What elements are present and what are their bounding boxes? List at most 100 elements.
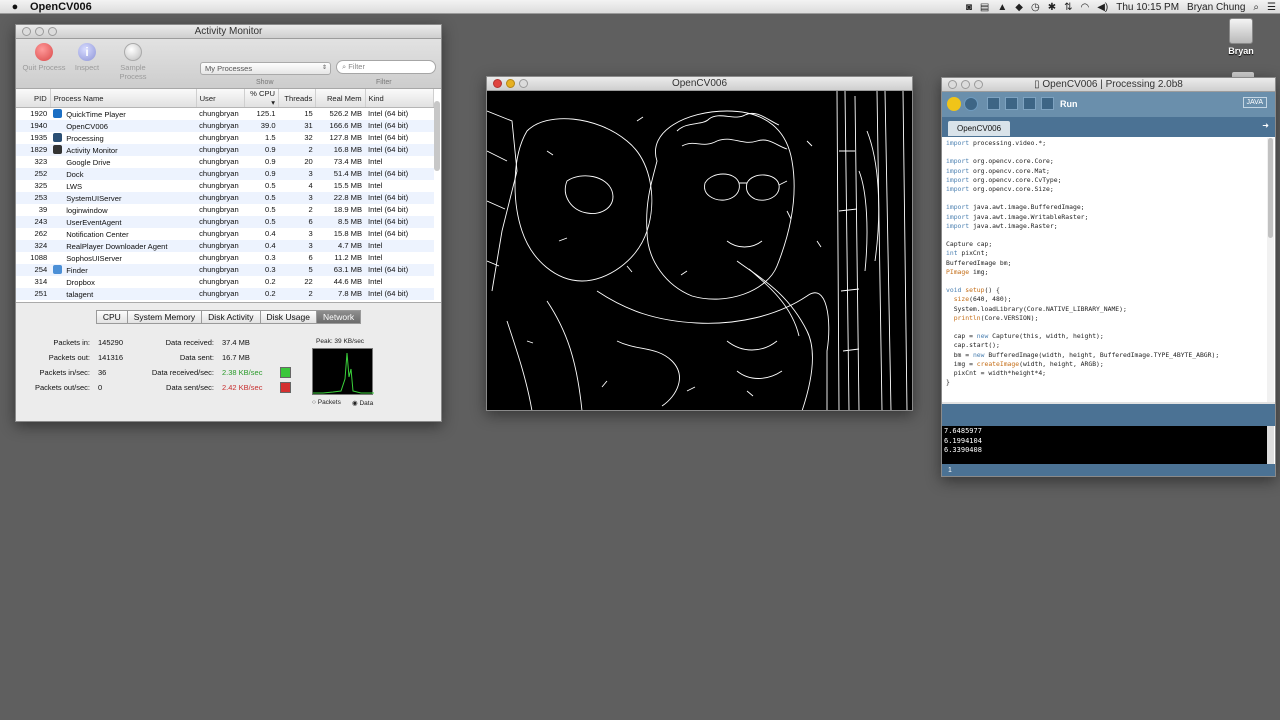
console-scrollbar[interactable] — [1267, 426, 1274, 464]
received-color-swatch[interactable] — [280, 367, 291, 378]
run-button[interactable] — [947, 97, 961, 111]
apple-menu-icon[interactable]: ● — [0, 1, 30, 13]
notification-center-icon[interactable]: ☰ — [1267, 2, 1276, 13]
close-button[interactable] — [493, 79, 502, 88]
column-header-kind[interactable]: Kind — [365, 89, 435, 108]
filter-search-input[interactable]: ⌕ Filter — [336, 60, 436, 74]
packets-radio[interactable]: ○ Packets — [312, 399, 341, 406]
tab-disk-usage[interactable]: Disk Usage — [259, 310, 316, 324]
open-sketch-icon[interactable] — [1005, 97, 1018, 110]
table-row[interactable]: 254 Finder chungbryan 0.3 5 63.1 MB Intel (64 … — [16, 263, 434, 276]
cell-user: chungbryan — [196, 107, 245, 120]
filter-label: Filter — [376, 79, 392, 86]
mode-selector[interactable]: JAVA — [1242, 97, 1267, 108]
window-titlebar[interactable]: Activity Monitor — [16, 25, 441, 39]
process-name-text: Dock — [66, 169, 84, 179]
table-row[interactable]: 1930 com.apple.security.pboxd chungbryan0.… — [16, 299, 434, 302]
tab-cpu[interactable]: CPU — [95, 310, 127, 324]
minimize-button[interactable] — [506, 79, 515, 88]
table-row[interactable]: 324 RealPlayer Downloader Agent chungbryan… — [16, 239, 434, 252]
table-row[interactable]: 243 UserEventAgent chungbryan 0.5 6 8.5 MB Int… — [16, 215, 434, 228]
table-row[interactable]: 1088 SophosUIServer chungbryan 0.3 6 11.2 MB I… — [16, 251, 434, 264]
cell-cpu: 0.9 — [244, 143, 279, 156]
status-icon-2[interactable]: ▤ — [980, 2, 989, 13]
tab-disk-activity[interactable]: Disk Activity — [201, 310, 260, 324]
gear-icon — [124, 43, 142, 61]
column-header-threads[interactable]: Threads — [278, 89, 317, 108]
menu-app-name[interactable]: OpenCV006 — [30, 1, 92, 13]
table-row[interactable]: 39 loginwindow chungbryan 0.5 2 18.9 MB Intel … — [16, 203, 434, 216]
table-row[interactable]: 253 SystemUIServer chungbryan 0.5 3 22.8 MB In… — [16, 191, 434, 204]
tab-system-memory[interactable]: System Memory — [126, 310, 202, 324]
sync-icon[interactable]: ⇅ — [1064, 2, 1072, 13]
code-line: import java.awt.image.Raster; — [946, 221, 1058, 230]
bluetooth-icon[interactable]: ✱ — [1048, 2, 1056, 13]
menu-user[interactable]: Bryan Chung — [1187, 2, 1245, 13]
sent-color-swatch[interactable] — [280, 382, 291, 393]
process-icon — [53, 108, 63, 118]
packets-in-sec-label: Packets in/sec: — [39, 368, 90, 377]
data-radio[interactable]: ◉ Data — [352, 399, 373, 407]
minimize-button[interactable] — [961, 80, 970, 89]
inspect-button[interactable]: i Inspect — [61, 43, 113, 72]
cell-process-name: Finder — [50, 263, 197, 276]
column-header-cpu[interactable]: % CPU ▾ — [244, 89, 280, 108]
column-header-pid[interactable]: PID — [16, 89, 51, 108]
cell-process-name: Processing — [50, 131, 197, 144]
new-sketch-icon[interactable] — [987, 97, 1000, 110]
activity-monitor-window: Activity Monitor Quit Process i Inspect … — [15, 24, 442, 422]
column-header-user[interactable]: User — [196, 89, 245, 108]
close-button[interactable] — [948, 80, 957, 89]
code-scrollbar[interactable] — [1267, 138, 1274, 402]
code-editor[interactable]: import processing.video.*; import org.op… — [942, 138, 1269, 402]
process-filter-select[interactable]: My Processes ⇕ — [200, 62, 331, 75]
packets-out-sec-value: 0 — [98, 383, 103, 392]
code-scrollbar-thumb[interactable] — [1268, 138, 1273, 238]
tab-bar: CPU System Memory Disk Activity Disk Usa… — [16, 310, 441, 324]
code-line: } — [946, 378, 950, 387]
stop-button[interactable] — [964, 97, 978, 111]
desktop-disk-label: Bryan — [1228, 46, 1254, 56]
table-row[interactable]: 251 talagent chungbryan 0.2 2 7.8 MB Intel (64… — [16, 287, 434, 300]
wifi-icon[interactable]: ◠ — [1080, 2, 1089, 13]
code-line: img = createImage(width, height, ARGB); — [946, 359, 1104, 368]
status-icon-3[interactable]: ◆ — [1015, 2, 1023, 13]
table-row[interactable]: 325 LWS chungbryan 0.5 4 15.5 MB Intel — [16, 179, 434, 192]
window-titlebar[interactable]: OpenCV006 — [487, 77, 912, 91]
table-row[interactable]: 252 Dock chungbryan 0.9 3 51.4 MB Intel (64 bi… — [16, 167, 434, 180]
minimize-button[interactable] — [35, 27, 44, 36]
export-sketch-icon[interactable] — [1041, 97, 1054, 110]
cell-threads: 2 — [278, 143, 316, 156]
column-header-name[interactable]: Process Name — [50, 89, 197, 108]
window-titlebar[interactable]: ▯ OpenCV006 | Processing 2.0b8 — [942, 78, 1275, 92]
table-row[interactable]: 1829 Activity Monitor chungbryan 0.9 2 16.8 M… — [16, 143, 434, 156]
table-row[interactable]: 323 Google Drive chungbryan 0.9 20 73.4 MB Int… — [16, 155, 434, 168]
tab-menu-arrow-icon[interactable]: ➜ — [1262, 121, 1269, 130]
google-drive-icon[interactable]: ▲ — [997, 2, 1007, 13]
tab-network[interactable]: Network — [315, 310, 362, 324]
desktop-disk[interactable]: Bryan — [1226, 18, 1256, 56]
volume-icon[interactable]: ◀) — [1097, 2, 1108, 13]
table-row[interactable]: 262 Notification Center chungbryan 0.4 3 15.8… — [16, 227, 434, 240]
process-icon — [53, 289, 62, 298]
spotlight-icon[interactable]: ⌕ — [1253, 2, 1259, 13]
menu-clock[interactable]: Thu 10:15 PM — [1116, 2, 1179, 13]
tab-opencv006[interactable]: OpenCV006 — [948, 121, 1011, 136]
table-row[interactable]: 1935 Processing chungbryan 1.5 32 127.8 MB Int… — [16, 131, 434, 144]
sample-process-button[interactable]: Sample Process — [107, 43, 159, 81]
console-output[interactable]: 7.6485977 6.1994104 6.3390408 — [942, 426, 1269, 464]
column-header-real-mem[interactable]: Real Mem — [315, 89, 366, 108]
status-icon-1[interactable]: ◙ — [966, 2, 972, 13]
zoom-button[interactable] — [48, 27, 57, 36]
table-row[interactable]: 314 Dropbox chungbryan 0.2 22 44.6 MB Intel — [16, 275, 434, 288]
table-row[interactable]: 1940 OpenCV006 chungbryan 39.0 31 166.6 MB Int… — [16, 119, 434, 132]
close-button[interactable] — [22, 27, 31, 36]
message-area — [942, 404, 1275, 426]
time-machine-icon[interactable]: ◷ — [1031, 2, 1040, 13]
save-sketch-icon[interactable] — [1023, 97, 1036, 110]
zoom-button[interactable] — [519, 79, 528, 88]
table-row[interactable]: 1920 QuickTime Player chungbryan 125.1 15 526… — [16, 107, 434, 120]
table-scrollbar[interactable] — [434, 101, 440, 171]
zoom-button[interactable] — [974, 80, 983, 89]
